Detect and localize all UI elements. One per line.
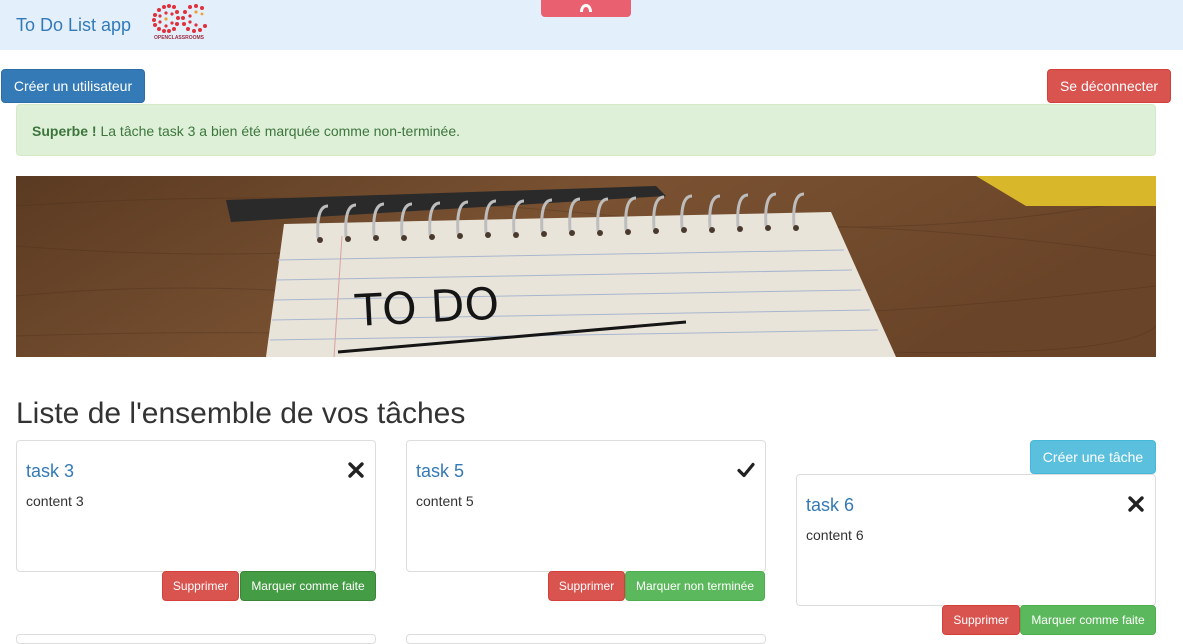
toggle-task-button[interactable]: Marquer comme faite: [1020, 605, 1156, 635]
brand-link[interactable]: To Do List app: [16, 13, 131, 37]
alert-message: La tâche task 3 a bien été marquée comme…: [96, 123, 461, 139]
task-title-link[interactable]: task 6: [806, 494, 854, 516]
alert-strong: Superbe !: [32, 123, 97, 139]
banner-handwriting: TO DO: [353, 279, 500, 338]
cross-icon: [1128, 496, 1144, 512]
logo-wordmark: OPENCLASSROOMS: [154, 35, 205, 41]
page-title: Liste de l'ensemble de vos tâches: [16, 397, 466, 430]
task-content: content 3: [26, 493, 84, 509]
cross-icon: [348, 462, 364, 478]
top-center-tab[interactable]: [541, 0, 631, 17]
check-icon: [737, 462, 755, 478]
task-card: task 5 content 5: [406, 440, 766, 572]
task-card: task 3 content 3: [16, 440, 376, 572]
task-title-link[interactable]: task 3: [26, 460, 74, 482]
task-title-link[interactable]: task 5: [416, 460, 464, 482]
success-alert: Superbe ! La tâche task 3 a bien été mar…: [16, 104, 1156, 156]
delete-task-button[interactable]: Supprimer: [162, 571, 239, 601]
create-task-button[interactable]: Créer une tâche: [1030, 440, 1156, 474]
tab-handle-icon: [580, 4, 592, 12]
task-content: content 5: [416, 493, 474, 509]
task-card: [406, 634, 766, 644]
create-user-button[interactable]: Créer un utilisateur: [1, 69, 145, 103]
delete-task-button[interactable]: Supprimer: [548, 571, 625, 601]
delete-task-button[interactable]: Supprimer: [942, 605, 1020, 635]
toggle-task-button[interactable]: Marquer comme faite: [240, 571, 376, 601]
todo-banner-image: TO DO: [16, 176, 1156, 357]
logout-button[interactable]: Se déconnecter: [1047, 69, 1171, 103]
openclassrooms-logo: OPENCLASSROOMS: [150, 3, 208, 41]
task-card: [16, 634, 376, 644]
task-card: task 6 content 6: [796, 474, 1156, 606]
navbar: To Do List app OPENCLASSROOMS: [0, 0, 1183, 50]
toggle-task-button[interactable]: Marquer non terminée: [625, 571, 765, 601]
task-content: content 6: [806, 527, 864, 543]
